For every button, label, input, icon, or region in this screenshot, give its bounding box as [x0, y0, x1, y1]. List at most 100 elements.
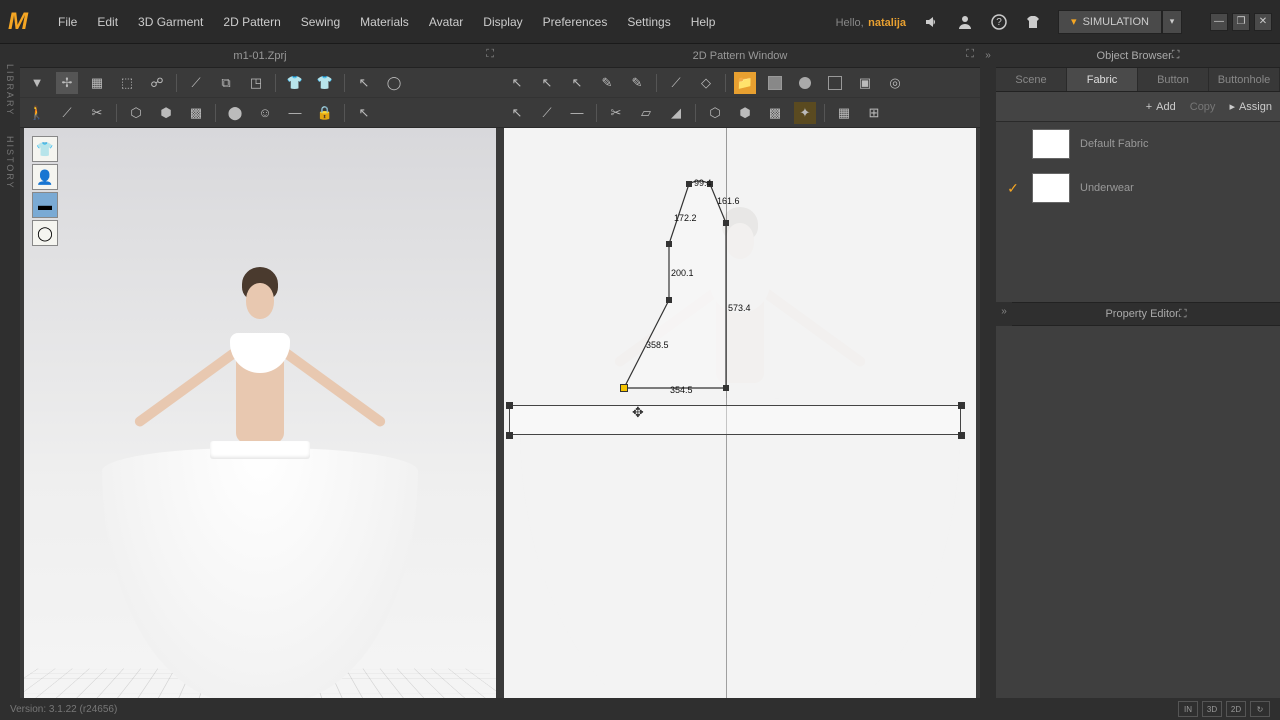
menu-edit[interactable]: Edit: [87, 11, 128, 33]
unfold-icon[interactable]: ⬢: [734, 102, 756, 124]
pattern-node[interactable]: [666, 297, 672, 303]
notch-icon[interactable]: ✂: [605, 102, 627, 124]
show-icon[interactable]: ⬢: [155, 102, 177, 124]
texture-icon[interactable]: ▩: [185, 102, 207, 124]
internal-shape-icon[interactable]: ◇: [695, 72, 717, 94]
menu-help[interactable]: Help: [681, 11, 726, 33]
history-tab[interactable]: HISTORY: [5, 136, 15, 190]
line-icon[interactable]: —: [284, 102, 306, 124]
tab-fabric[interactable]: Fabric: [1067, 68, 1138, 91]
menu-sewing[interactable]: Sewing: [291, 11, 350, 33]
seam-tool-icon[interactable]: ⧉: [215, 72, 237, 94]
toggle-avatar-icon[interactable]: 👤: [32, 164, 58, 190]
grid-icon[interactable]: ▦: [833, 102, 855, 124]
copy-fabric-button[interactable]: Copy: [1190, 101, 1216, 113]
tshirt-icon[interactable]: [1024, 13, 1042, 31]
highlight-icon[interactable]: ✦: [794, 102, 816, 124]
walk-icon[interactable]: 🚶: [26, 102, 48, 124]
rect-outline-icon[interactable]: [824, 72, 846, 94]
menu-2d-pattern[interactable]: 2D Pattern: [213, 11, 290, 33]
expand-2d-icon[interactable]: ⛶: [966, 48, 974, 61]
rect-fill-icon[interactable]: [764, 72, 786, 94]
menu-materials[interactable]: Materials: [350, 11, 419, 33]
target-icon[interactable]: ◎: [884, 72, 906, 94]
box-select-icon[interactable]: ▦: [86, 72, 108, 94]
mode-3d-button[interactable]: 3D: [1202, 701, 1222, 717]
rect-node[interactable]: [958, 402, 965, 409]
fabric-swatch[interactable]: [1032, 173, 1070, 203]
viewport-2d[interactable]: 99.4 172.2 161.6 200.1 573.4 358.5 354.5…: [504, 128, 976, 712]
fabric-swatch[interactable]: [1032, 129, 1070, 159]
edit-point-icon[interactable]: ✎: [596, 72, 618, 94]
pointer-icon[interactable]: ↖: [353, 72, 375, 94]
tab-buttonhole[interactable]: Buttonhole: [1209, 68, 1280, 91]
sewing-2d-icon[interactable]: ↖: [506, 102, 528, 124]
rect-double-icon[interactable]: ▣: [854, 72, 876, 94]
viewport-3d[interactable]: 👕 👤 ▬ ◯: [24, 128, 496, 712]
select-tool-icon[interactable]: ▼: [26, 72, 48, 94]
toggle-head-icon[interactable]: ◯: [32, 220, 58, 246]
circle-icon[interactable]: [794, 72, 816, 94]
collapse-right-icon[interactable]: »: [980, 44, 996, 716]
fabric-check-icon[interactable]: ✓: [1004, 180, 1022, 197]
toggle-garment-icon[interactable]: 👕: [32, 136, 58, 162]
menu-display[interactable]: Display: [473, 11, 532, 33]
expand-ob-icon[interactable]: ⛶: [1172, 49, 1180, 62]
cursor-icon[interactable]: ↖: [353, 102, 375, 124]
minimize-button[interactable]: —: [1210, 13, 1228, 31]
close-button[interactable]: ✕: [1254, 13, 1272, 31]
measure-icon[interactable]: ⬡: [125, 102, 147, 124]
pattern-node-selected[interactable]: [621, 385, 627, 391]
pattern-node[interactable]: [723, 220, 729, 226]
fabric-row[interactable]: Default Fabric: [996, 122, 1280, 166]
add-point-icon[interactable]: ↖: [566, 72, 588, 94]
pattern-node[interactable]: [686, 181, 692, 187]
snap-icon[interactable]: ⊞: [863, 102, 885, 124]
trace-icon[interactable]: ▩: [764, 102, 786, 124]
transform-tool-icon[interactable]: ⬚: [116, 72, 138, 94]
rect-pattern-piece[interactable]: [509, 405, 961, 435]
pattern-node[interactable]: [666, 241, 672, 247]
arrangement-icon[interactable]: ☍: [146, 72, 168, 94]
sewing-tool-icon[interactable]: ⟋: [185, 72, 207, 94]
simulation-button[interactable]: ▾SIMULATION: [1058, 10, 1162, 34]
library-tab[interactable]: LIBRARY: [5, 64, 15, 116]
rect-node[interactable]: [506, 432, 513, 439]
pin-tool-icon[interactable]: ⟋: [56, 102, 78, 124]
internal-line-icon[interactable]: ⟋: [665, 72, 687, 94]
move-tool-icon[interactable]: ✢: [56, 72, 78, 94]
edit-curve2-icon[interactable]: ✎: [626, 72, 648, 94]
folder-icon[interactable]: 📁: [734, 72, 756, 94]
simulation-dropdown[interactable]: ▾: [1162, 10, 1182, 34]
fold-tool-icon[interactable]: ◳: [245, 72, 267, 94]
free-sewing-icon[interactable]: ⟋: [536, 102, 558, 124]
smile-icon[interactable]: ☺: [254, 102, 276, 124]
edit-pattern-icon[interactable]: ↖: [506, 72, 528, 94]
tab-button[interactable]: Button: [1138, 68, 1209, 91]
fabric-row[interactable]: ✓ Underwear: [996, 166, 1280, 210]
user-icon[interactable]: [956, 13, 974, 31]
tack-tool-icon[interactable]: ✂: [86, 102, 108, 124]
expand-prop-icon[interactable]: ⛶: [1179, 308, 1187, 321]
menu-avatar[interactable]: Avatar: [419, 11, 473, 33]
toggle-surface-icon[interactable]: ▬: [32, 192, 58, 218]
symmetric-icon[interactable]: ⬡: [704, 102, 726, 124]
tab-scene[interactable]: Scene: [996, 68, 1067, 91]
maximize-button[interactable]: ❐: [1232, 13, 1250, 31]
assign-fabric-button[interactable]: ▸Assign: [1229, 100, 1272, 113]
help-icon[interactable]: ?: [990, 13, 1008, 31]
rect-node[interactable]: [506, 402, 513, 409]
shirt-back-icon[interactable]: 👕: [314, 72, 336, 94]
fold-2d-icon[interactable]: ◢: [665, 102, 687, 124]
collapse-prop-icon[interactable]: »: [996, 302, 1012, 326]
menu-file[interactable]: File: [48, 11, 87, 33]
edit-curve-icon[interactable]: ↖: [536, 72, 558, 94]
menu-settings[interactable]: Settings: [617, 11, 680, 33]
lock-icon[interactable]: 🔒: [314, 102, 336, 124]
sound-icon[interactable]: [922, 13, 940, 31]
lasso-icon[interactable]: ◯: [383, 72, 405, 94]
segment-icon[interactable]: —: [566, 102, 588, 124]
shirt-front-icon[interactable]: 👕: [284, 72, 306, 94]
expand-3d-icon[interactable]: ⛶: [486, 48, 494, 61]
button-icon[interactable]: ⬤: [224, 102, 246, 124]
